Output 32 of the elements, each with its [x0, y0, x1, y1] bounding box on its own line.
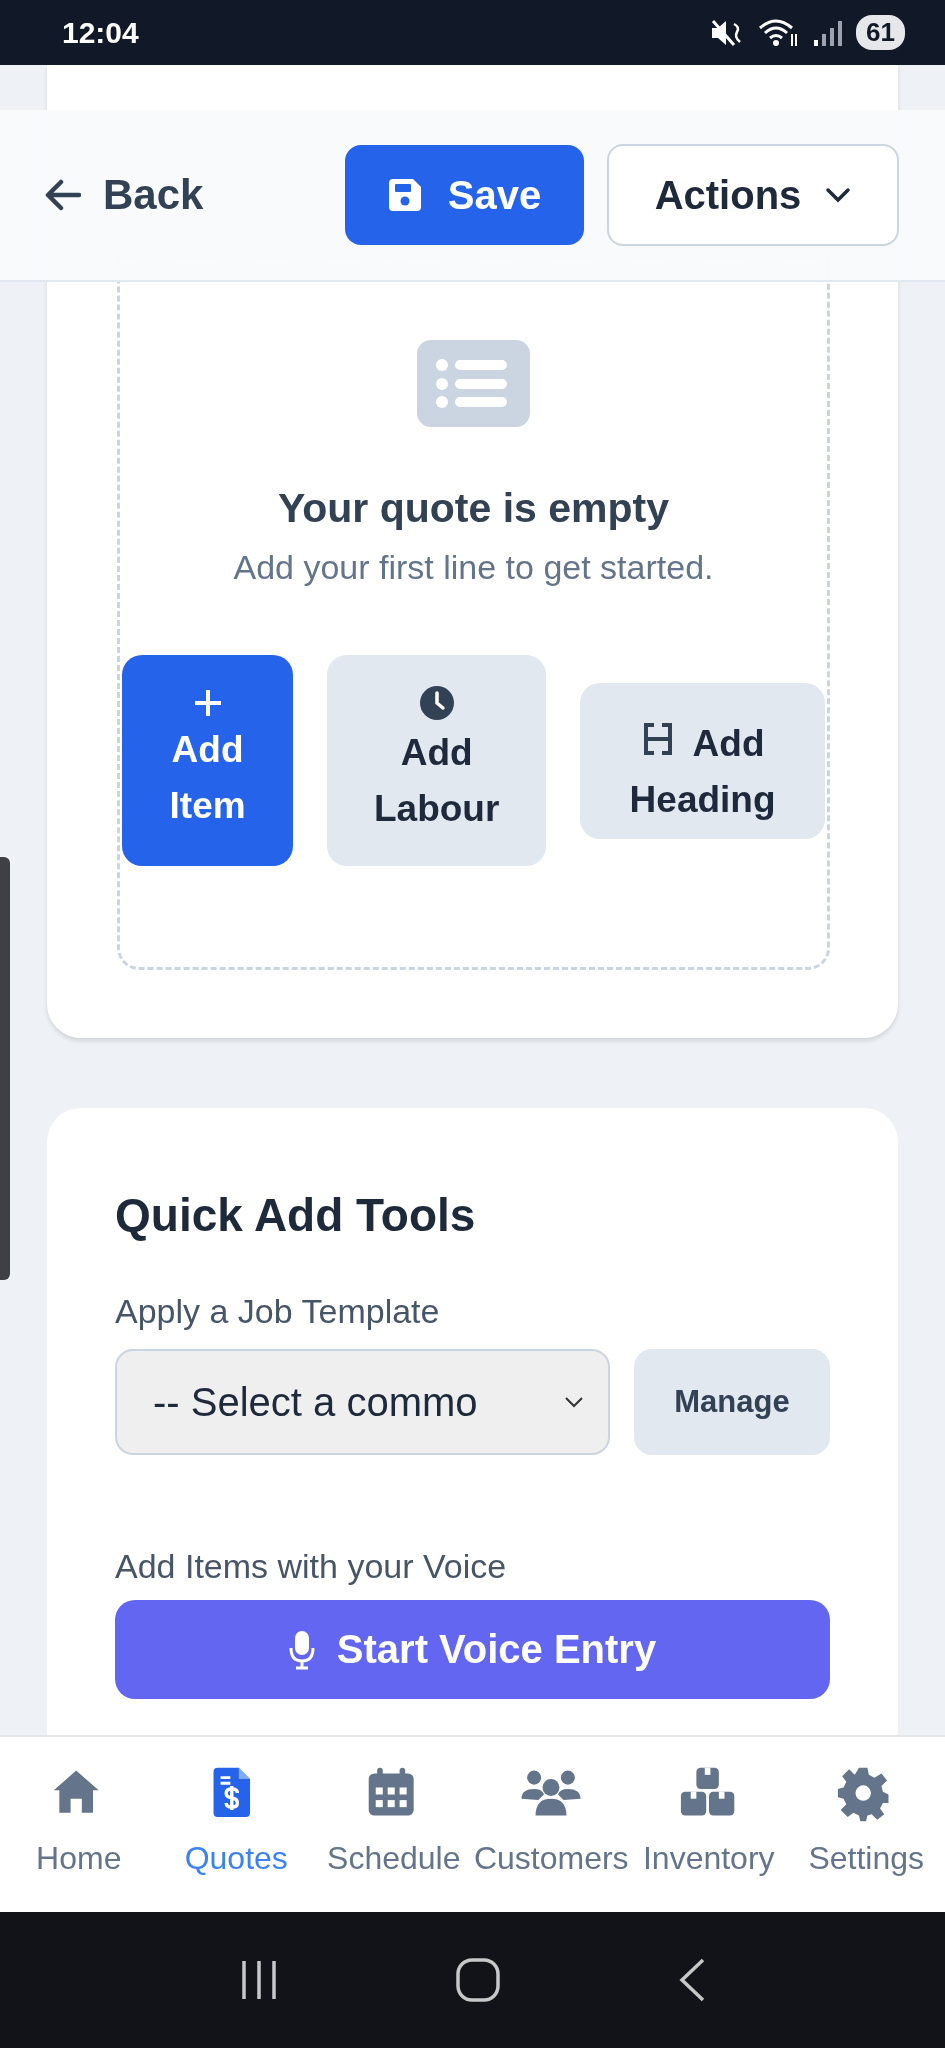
add-item-button[interactable]: Add Item	[122, 655, 294, 866]
voice-entry-button[interactable]: Start Voice Entry	[115, 1600, 830, 1699]
nav-tab[interactable]: Schedule	[315, 1737, 473, 1912]
arrow-left-icon	[45, 179, 81, 211]
home-icon[interactable]	[455, 1957, 502, 2003]
plus-icon	[192, 688, 223, 718]
battery-level: 61	[856, 15, 905, 50]
nav-tab[interactable]: Home	[0, 1737, 158, 1912]
list-icon	[417, 340, 530, 427]
clock-icon	[418, 685, 455, 721]
field-label: Add Items with your Voice	[115, 1547, 508, 1586]
nav-tab[interactable]: Quotes	[157, 1737, 315, 1912]
edge-panel-handle[interactable]	[0, 857, 10, 1280]
status-time: 12:04	[62, 15, 139, 50]
section-title: Quick Add Tools	[115, 1188, 477, 1242]
empty-title: Your quote is empty	[277, 485, 670, 532]
back-button[interactable]: Back	[45, 171, 204, 219]
chevron-down-icon	[825, 187, 852, 203]
microphone-icon	[288, 1629, 315, 1670]
actions-dropdown[interactable]: Actions	[607, 144, 899, 246]
add-heading-button[interactable]: Add Heading	[580, 682, 825, 839]
nav-tab[interactable]: Settings	[787, 1737, 945, 1912]
wifi-icon	[758, 17, 799, 48]
chevron-down-icon	[564, 1396, 584, 1408]
manage-button[interactable]: Manage	[634, 1349, 830, 1455]
save-button[interactable]: Save	[345, 145, 584, 245]
empty-subtitle: Add your first line to get started.	[233, 548, 714, 587]
nav-tab[interactable]: Customers	[472, 1737, 630, 1912]
field-label: Apply a Job Template	[115, 1292, 441, 1331]
add-labour-button[interactable]: Add Labour	[327, 655, 547, 866]
nav-tab[interactable]: Inventory	[630, 1737, 788, 1912]
template-select[interactable]: -- Select a commo	[115, 1349, 610, 1455]
